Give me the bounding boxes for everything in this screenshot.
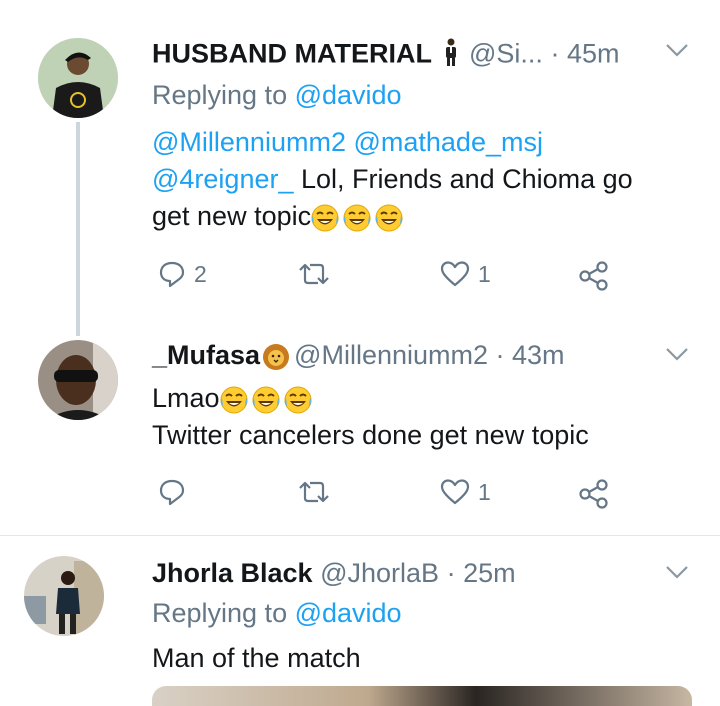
avatar[interactable] — [38, 340, 118, 420]
avatar[interactable] — [38, 38, 118, 118]
man-in-suit-emoji — [444, 38, 458, 73]
text-line: Lmao — [152, 383, 220, 413]
text-line: Twitter cancelers done get new topic — [152, 420, 589, 450]
chevron-down-icon[interactable] — [664, 562, 690, 587]
like-button[interactable]: 1 — [440, 260, 491, 288]
retweet-icon — [299, 481, 329, 503]
handle[interactable]: @Si... — [469, 39, 543, 69]
replying-to-link[interactable]: @davido — [295, 598, 402, 628]
reply-count: 2 — [194, 260, 207, 287]
tweet-header: HUSBAND MATERIAL @Si... · 45m — [152, 38, 619, 73]
reply-button[interactable]: 2 — [158, 260, 207, 288]
heart-icon — [440, 479, 470, 505]
retweet-button[interactable] — [296, 478, 332, 506]
share-button[interactable] — [578, 260, 610, 292]
media-preview[interactable] — [152, 686, 692, 706]
like-count: 1 — [478, 478, 491, 505]
mention-link[interactable]: @mathade_msj — [353, 127, 543, 157]
handle[interactable]: @JhorlaB — [320, 558, 439, 588]
tears-of-joy-emoji — [375, 203, 404, 232]
share-icon — [579, 479, 608, 509]
tears-of-joy-emoji — [219, 385, 248, 414]
handle[interactable]: @Millenniumm2 — [294, 340, 488, 370]
tweet-text: @Millenniumm2 @mathade_msj @4reigner_ Lo… — [152, 124, 633, 235]
tears-of-joy-emoji — [311, 203, 340, 232]
tweet-text: Lmao Twitter cancelers done get new topi… — [152, 380, 589, 454]
reply-button[interactable] — [158, 478, 186, 506]
replying-prefix: Replying to — [152, 80, 295, 110]
chevron-down-icon[interactable] — [664, 40, 690, 65]
retweet-button[interactable] — [296, 260, 332, 288]
mention-link[interactable]: @Millenniumm2 — [152, 127, 346, 157]
retweet-icon — [299, 263, 329, 285]
heart-icon — [440, 261, 470, 287]
tweet-header: Jhorla Black @JhorlaB · 25m — [152, 558, 516, 589]
replying-prefix: Replying to — [152, 598, 295, 628]
tweet-jhorla-black[interactable]: Jhorla Black @JhorlaB · 25m Replying to … — [0, 536, 720, 706]
timestamp[interactable]: · 43m — [496, 340, 565, 370]
tears-of-joy-emoji — [283, 385, 312, 414]
share-button[interactable] — [578, 478, 610, 510]
display-name[interactable]: Jhorla Black — [152, 558, 313, 588]
mention-link[interactable]: @4reigner_ — [152, 164, 294, 194]
tweet-header: _Mufasa @Millenniumm2 · 43m — [152, 340, 565, 371]
reply-icon — [159, 261, 185, 288]
tears-of-joy-emoji — [343, 203, 372, 232]
lion-emoji — [263, 343, 290, 370]
text-line: get new topic — [152, 201, 312, 231]
timestamp[interactable]: · 25m — [447, 558, 516, 588]
tweet-text: Man of the match — [152, 640, 361, 677]
tweet-mufasa[interactable]: _Mufasa @Millenniumm2 · 43m Lmao Twitter … — [0, 318, 720, 534]
text-line: Lol, Friends and Chioma go — [293, 164, 633, 194]
display-name[interactable]: _Mufasa — [152, 340, 260, 370]
text-line: Man of the match — [152, 643, 361, 673]
replying-to-link[interactable]: @davido — [295, 80, 402, 110]
reply-icon — [159, 479, 185, 506]
like-count: 1 — [478, 260, 491, 287]
replying-to: Replying to @davido — [152, 80, 402, 111]
avatar[interactable] — [24, 556, 104, 636]
thread-line — [76, 122, 80, 336]
display-name[interactable]: HUSBAND MATERIAL — [152, 39, 432, 69]
share-icon — [579, 261, 608, 291]
timestamp[interactable]: · 45m — [550, 39, 619, 69]
tweet-husband-material[interactable]: HUSBAND MATERIAL @Si... · 45m Replying t… — [0, 0, 720, 336]
chevron-down-icon[interactable] — [664, 344, 690, 369]
like-button[interactable]: 1 — [440, 478, 491, 506]
replying-to: Replying to @davido — [152, 598, 402, 629]
tears-of-joy-emoji — [251, 385, 280, 414]
